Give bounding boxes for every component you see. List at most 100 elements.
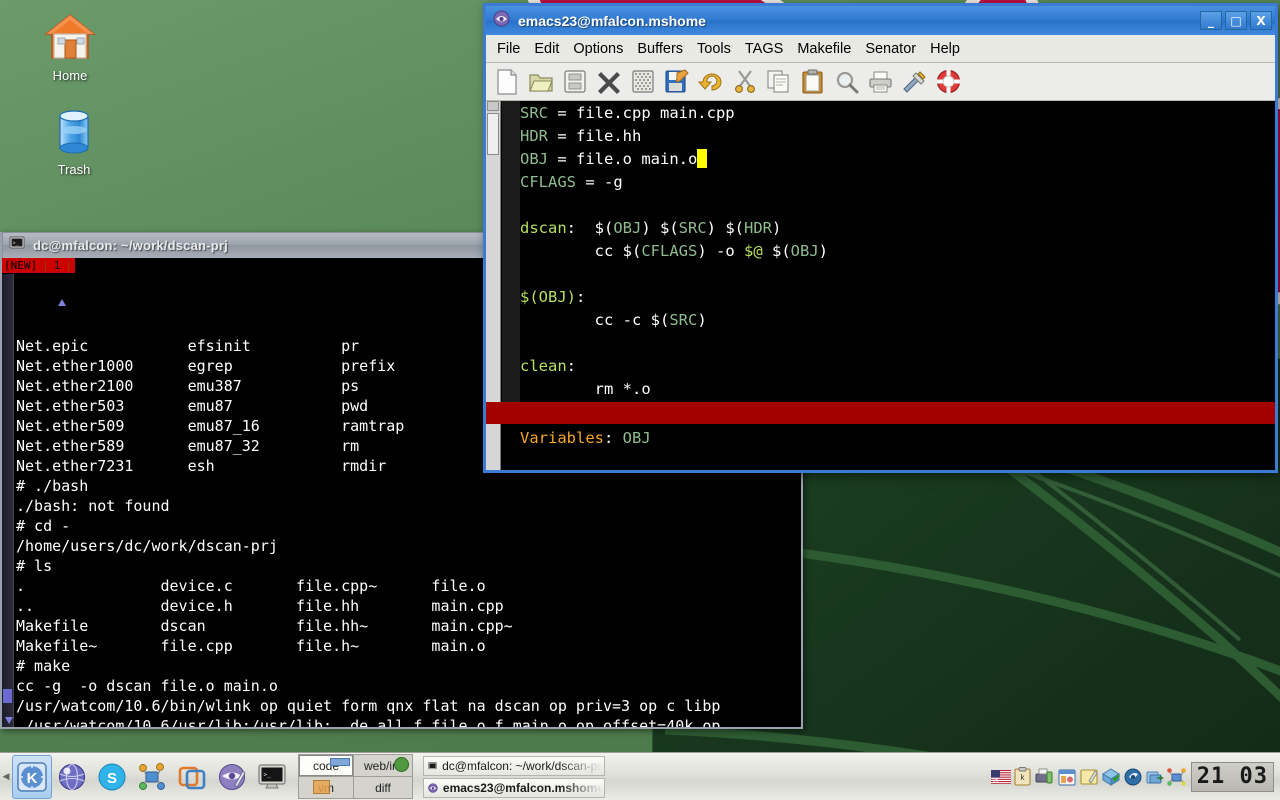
maximize-button[interactable]: □ bbox=[1225, 11, 1247, 30]
task-label-emacs: emacs23@mfalcon.mshome bbox=[442, 780, 604, 795]
save-icon[interactable] bbox=[558, 66, 591, 98]
save-as-icon[interactable] bbox=[626, 66, 659, 98]
code-span: ) bbox=[697, 311, 707, 329]
menu-item-help[interactable]: Help bbox=[923, 39, 967, 59]
klipper-icon[interactable]: k bbox=[1013, 767, 1033, 787]
launcher-kmenu[interactable]: K bbox=[12, 754, 52, 799]
help-icon[interactable] bbox=[932, 66, 965, 98]
terminal-line: cc -g -o dscan file.o main.o bbox=[16, 677, 278, 695]
network-manager-icon[interactable] bbox=[1167, 767, 1187, 787]
code-line: rm *.o bbox=[520, 378, 1275, 401]
launcher-virtualbox[interactable] bbox=[172, 755, 212, 799]
calendar-icon[interactable] bbox=[1057, 767, 1077, 787]
code-span: SRC bbox=[520, 104, 548, 122]
emacs-buffer-area[interactable]: SRC = file.cpp main.cpp HDR = file.hh OBJ … bbox=[486, 101, 1275, 470]
copy-icon[interactable] bbox=[762, 66, 795, 98]
undo-icon[interactable] bbox=[694, 66, 727, 98]
pager-desktop-vm[interactable]: vm bbox=[299, 777, 353, 798]
launcher-terminal[interactable]: >_ bbox=[252, 755, 292, 799]
emacs-scrollbar-thumb[interactable] bbox=[487, 113, 499, 155]
menu-item-options[interactable]: Options bbox=[566, 39, 630, 59]
code-span: $@ bbox=[744, 242, 763, 260]
desktop-icon-home[interactable]: Home bbox=[18, 12, 122, 83]
task-button-emacs[interactable]: emacs23@mfalcon.mshome bbox=[423, 777, 605, 798]
svg-text:K: K bbox=[27, 770, 38, 787]
emacs-toolbar[interactable] bbox=[486, 63, 1275, 101]
code-span: HDR bbox=[520, 127, 548, 145]
pager-window-thumb-vm bbox=[313, 780, 330, 794]
menu-item-buffers[interactable]: Buffers bbox=[630, 39, 690, 59]
emacs-titlebar[interactable]: emacs23@mfalcon.mshome _ □ X bbox=[486, 6, 1275, 35]
desktop-icon-trash[interactable]: Trash bbox=[22, 106, 126, 177]
task-button-konsole[interactable]: dc@mfalcon: ~/work/dscan-prj bbox=[423, 755, 605, 776]
code-span: $(OBJ) bbox=[520, 288, 576, 306]
code-line: SRC = file.cpp main.cpp bbox=[520, 102, 1275, 125]
customize-icon[interactable] bbox=[898, 66, 931, 98]
konsole-tab-1[interactable]: 1 bbox=[52, 259, 63, 272]
pager-desktop-diff[interactable]: diff bbox=[354, 777, 412, 798]
power-icon[interactable] bbox=[1123, 767, 1143, 787]
code-span: ) $( bbox=[706, 219, 744, 237]
skype-icon: S bbox=[98, 763, 126, 790]
notes-icon[interactable] bbox=[1079, 767, 1099, 787]
printer-status-icon[interactable] bbox=[1035, 767, 1055, 787]
print-icon[interactable] bbox=[864, 66, 897, 98]
menu-item-makefile[interactable]: Makefile bbox=[790, 39, 858, 59]
terminal-line: .. device.h file.hh main.cpp bbox=[16, 597, 504, 615]
close-icon[interactable] bbox=[592, 66, 625, 98]
launcher-browser[interactable] bbox=[52, 755, 92, 799]
new-file-icon[interactable] bbox=[490, 66, 523, 98]
emacs-menubar[interactable]: File Edit Options Buffers Tools TAGS Makefile S… bbox=[486, 35, 1275, 63]
svg-text:S: S bbox=[107, 770, 117, 787]
taskbar[interactable]: ◀ K S >_ code web/im diff dc@mfalcon: ~/… bbox=[0, 752, 1280, 800]
launcher-network[interactable] bbox=[132, 755, 172, 799]
trash-icon bbox=[22, 106, 126, 158]
terminal-line: # cd - bbox=[16, 517, 71, 535]
minimize-button[interactable]: _ bbox=[1200, 11, 1222, 30]
pager-desktop-code[interactable]: code bbox=[299, 755, 353, 776]
menu-item-tags[interactable]: TAGS bbox=[738, 39, 790, 59]
text-cursor bbox=[697, 149, 708, 168]
menu-item-tools[interactable]: Tools bbox=[690, 39, 738, 59]
svg-text:US: US bbox=[992, 777, 998, 782]
open-folder-icon[interactable] bbox=[524, 66, 557, 98]
device-notifier-icon[interactable] bbox=[1145, 767, 1165, 787]
system-tray[interactable]: US k bbox=[987, 762, 1191, 792]
updates-icon[interactable] bbox=[1101, 767, 1121, 787]
launcher-editor[interactable] bbox=[212, 755, 252, 799]
code-span: OBJ bbox=[790, 242, 819, 260]
code-line: dscan: $(OBJ) $(SRC) $(HDR) bbox=[520, 217, 1275, 240]
write-file-icon[interactable] bbox=[660, 66, 693, 98]
cut-icon[interactable] bbox=[728, 66, 761, 98]
close-button[interactable]: X bbox=[1250, 11, 1272, 30]
desktop-icon-trash-label: Trash bbox=[57, 162, 91, 177]
paste-icon[interactable] bbox=[796, 66, 829, 98]
search-icon[interactable] bbox=[830, 66, 863, 98]
scroll-up-icon[interactable] bbox=[487, 101, 499, 111]
code-span: : $( bbox=[566, 219, 614, 237]
emacs-echo-scrollbar[interactable] bbox=[486, 424, 501, 470]
menu-item-file[interactable]: File bbox=[490, 39, 527, 59]
taskbar-handle[interactable]: ◀ bbox=[0, 755, 12, 799]
scroll-down-icon[interactable] bbox=[4, 715, 14, 725]
pager-desktop-webim[interactable]: web/im bbox=[354, 755, 412, 776]
keyboard-layout-icon[interactable]: US bbox=[990, 767, 1011, 787]
emacs-title: emacs23@mfalcon.mshome bbox=[518, 12, 706, 29]
konsole-scrollbar-thumb[interactable] bbox=[3, 689, 12, 703]
konsole-tab-new[interactable]: [NEW] bbox=[2, 259, 39, 272]
emacs-window[interactable]: emacs23@mfalcon.mshome _ □ X File Edit Opt… bbox=[483, 3, 1278, 473]
scroll-up-icon[interactable] bbox=[57, 298, 67, 308]
konsole-scrollbar[interactable] bbox=[2, 274, 67, 727]
taskbar-clock[interactable]: 21 03 bbox=[1190, 761, 1274, 792]
code-span: ) bbox=[818, 242, 829, 260]
code-span: = -g bbox=[576, 173, 623, 191]
code-span: ) $( bbox=[641, 219, 679, 237]
desktop-pager[interactable]: code web/im vm diff bbox=[298, 754, 413, 799]
menu-item-edit[interactable]: Edit bbox=[527, 39, 566, 59]
code-span: SRC bbox=[678, 219, 707, 237]
konsole-tab-separator-1: | bbox=[42, 259, 49, 272]
taskbar-window-list[interactable]: dc@mfalcon: ~/work/dscan-prj emacs23@mfa… bbox=[419, 755, 987, 798]
menu-item-senator[interactable]: Senator bbox=[858, 39, 923, 59]
launcher-skype[interactable]: S bbox=[92, 755, 132, 799]
